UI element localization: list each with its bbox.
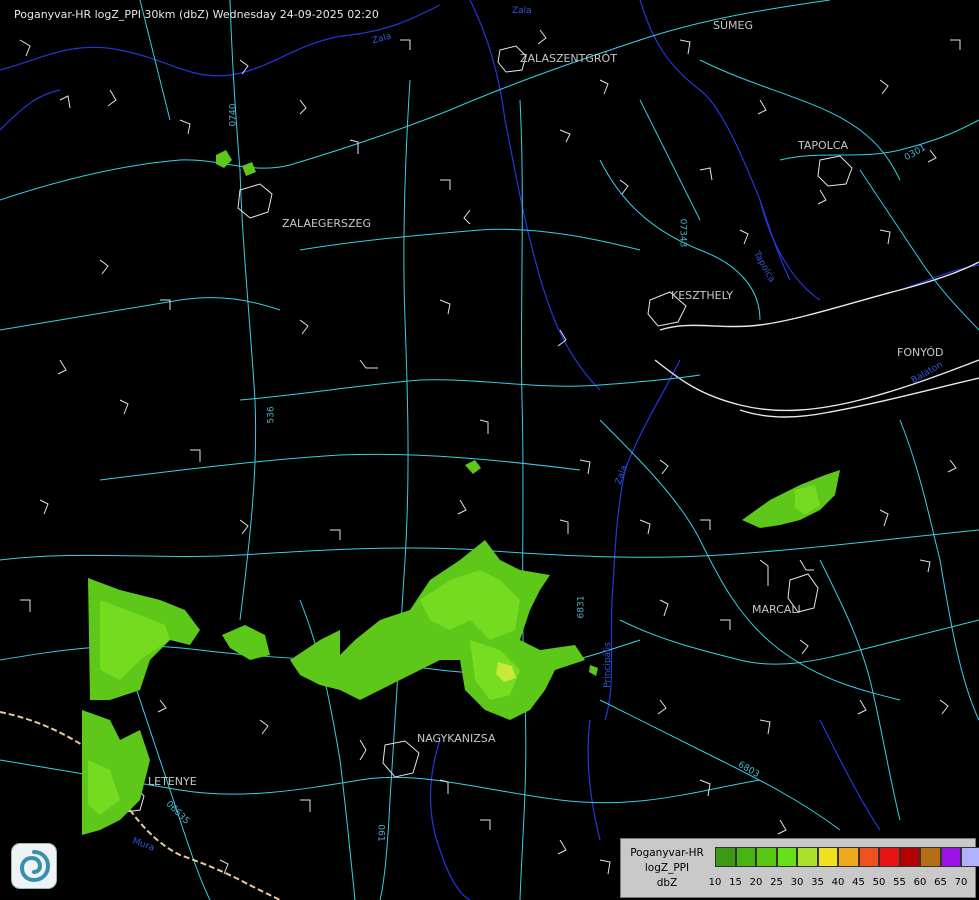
city-sumeg: SÜMEG: [713, 19, 753, 32]
city-letenye: LETENYE: [148, 775, 197, 788]
legend-tick-label: 45: [852, 877, 865, 888]
legend-label: Poganyvar-HR logZ_PPI dbZ: [625, 846, 709, 891]
dbz-legend: Poganyvar-HR logZ_PPI dbZ 10 15 20 25 30 35 40…: [620, 838, 979, 898]
legend-tick-label: 30: [790, 877, 804, 888]
legend-tick-label: 65: [934, 877, 947, 888]
city-fonyod: FONYÓD: [897, 346, 944, 359]
legend-swatch: [756, 847, 777, 867]
legend-swatch: [817, 847, 838, 867]
legend-swatch: [879, 847, 900, 867]
legend-swatch: [797, 847, 818, 867]
river-label-principalis: Principális: [602, 642, 613, 688]
road-label-061: 061: [375, 824, 386, 842]
city-keszthely: KESZTHELY: [671, 289, 734, 302]
radar-title: Poganyvar-HR logZ_PPI 30km (dbZ) Wednesd…: [14, 8, 379, 21]
legend-tick-label: 50: [872, 877, 886, 888]
legend-tick-label: 35: [811, 877, 824, 888]
weather-service-logo-icon: [12, 844, 56, 888]
road-label-6831: 6831: [576, 595, 587, 619]
legend-line-2: logZ_PPI: [644, 862, 690, 874]
legend-tick-label: 55: [893, 877, 906, 888]
legend-tick-label: 15: [729, 877, 742, 888]
legend-swatch: [715, 847, 736, 867]
map-canvas: [0, 0, 979, 900]
legend-tick-label: 70: [954, 877, 968, 888]
legend-tick-label: 20: [749, 877, 763, 888]
legend-tick-label: 60: [913, 877, 927, 888]
legend-swatch: [920, 847, 941, 867]
city-zalaszentgrot: ZALASZENTGRÓT: [520, 52, 617, 65]
radar-map: Poganyvar-HR logZ_PPI 30km (dbZ) Wednesd…: [0, 0, 979, 900]
city-nagykanizsa: NAGYKANIZSA: [417, 732, 496, 745]
legend-tick-label: 25: [770, 877, 783, 888]
legend-swatch: [735, 847, 756, 867]
legend-color-scale: [715, 847, 979, 867]
road-label-536: 536: [266, 406, 277, 424]
city-marcali: MARCALI: [752, 603, 801, 616]
city-zalaegerszeg: ZALAEGERSZEG: [282, 217, 372, 230]
road-label-0740: 0740: [228, 103, 239, 127]
legend-line-3: dbZ: [656, 877, 678, 889]
legend-swatch: [776, 847, 797, 867]
legend-tick-label: 10: [708, 877, 722, 888]
legend-line-1: Poganyvar-HR: [630, 847, 704, 859]
legend-swatch: [838, 847, 859, 867]
legend-tick-label: 40: [831, 877, 845, 888]
river-label-zala-2: Zala: [512, 6, 532, 16]
legend-swatch: [940, 847, 961, 867]
legend-swatch: [899, 847, 920, 867]
city-tapolca: TAPOLCA: [798, 139, 849, 152]
legend-swatch: [961, 847, 979, 867]
legend-swatch: [858, 847, 879, 867]
road-label-07343: 07343: [677, 218, 688, 248]
